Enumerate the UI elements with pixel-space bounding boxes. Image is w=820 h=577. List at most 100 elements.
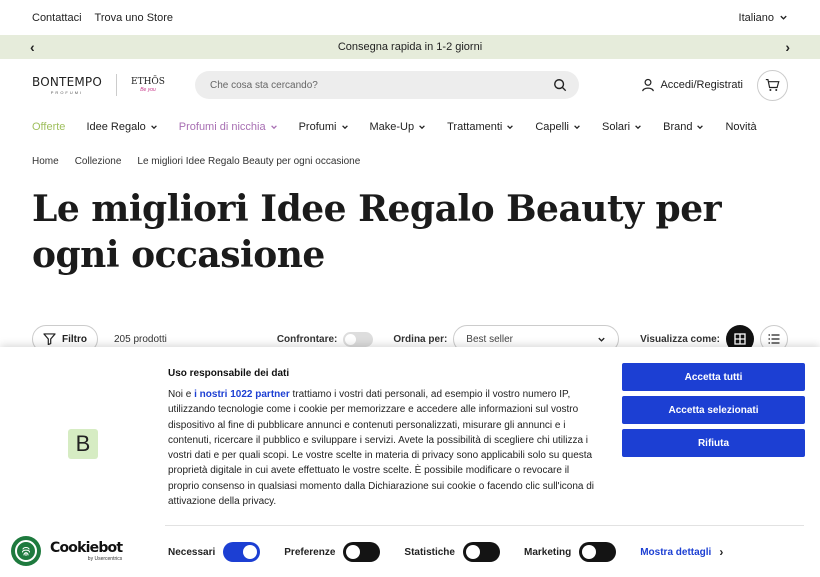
grid-icon <box>734 333 746 345</box>
chevron-down-icon <box>419 125 425 130</box>
breadcrumb: Home Collezione Le migliori Idee Regalo … <box>0 151 820 171</box>
chevron-down-icon <box>697 125 704 130</box>
sort-label: Ordina per: <box>393 333 448 345</box>
bontempo-logo: BONTEMPO PROFUMI <box>32 76 102 95</box>
site-logo[interactable]: BONTEMPO PROFUMI ETHŌS Be you <box>32 74 195 96</box>
utility-links: Contattaci Trova uno Store <box>32 12 173 24</box>
preferences-toggle[interactable] <box>343 542 381 562</box>
product-count: 205 prodotti <box>114 333 167 345</box>
consent-toggles: Necessari Preferenze Statistiche Marketi… <box>168 540 804 564</box>
chevron-down-icon <box>150 125 157 130</box>
partners-link[interactable]: i nostri 1022 partner <box>194 389 290 400</box>
chevron-down-icon <box>780 15 787 20</box>
show-details-link[interactable]: Mostra dettagli › <box>640 545 723 559</box>
compare-control: Confrontare: <box>276 331 374 347</box>
consent-label: Statistiche <box>404 546 455 558</box>
cookie-site-logo: B <box>68 429 98 459</box>
announcement-text: Consegna rapida in 1-2 giorni <box>337 41 483 53</box>
chevron-down-icon <box>341 125 348 130</box>
breadcrumb-current: Le migliori Idee Regalo Beauty per ogni … <box>137 155 361 167</box>
cookie-text-rest: trattiamo i vostri dati personali, ad es… <box>168 389 595 508</box>
nav-item-label: Profumi <box>298 121 337 133</box>
nav-item-novità[interactable]: Novità <box>725 121 756 133</box>
fingerprint-icon <box>15 540 37 562</box>
top-utility-bar: Contattaci Trova uno Store Italiano <box>0 0 820 35</box>
login-label: Accedi/Registrati <box>660 79 743 91</box>
cookiebot-logo: Cookiebot by Usercentrics <box>50 540 123 562</box>
chevron-right-icon: › <box>719 545 724 559</box>
cookiebot-name: Cookiebot <box>50 540 123 556</box>
consent-marketing: Marketing <box>523 542 617 562</box>
logo-divider <box>116 74 117 96</box>
search-bar[interactable] <box>195 71 579 99</box>
filter-icon <box>43 333 56 345</box>
cart-button[interactable] <box>757 69 788 101</box>
nav-item-label: Idee Regalo <box>86 121 146 133</box>
chevron-down-icon <box>574 125 580 130</box>
consent-label: Preferenze <box>284 546 336 558</box>
language-selector[interactable]: Italiano <box>739 12 788 24</box>
consent-label: Necessari <box>168 546 216 558</box>
show-details-label: Mostra dettagli <box>640 546 712 558</box>
nav-item-label: Make-Up <box>369 121 415 133</box>
breadcrumb-collection[interactable]: Collezione <box>75 156 122 167</box>
nav-item-brand[interactable]: Brand <box>663 121 704 133</box>
necessary-toggle[interactable] <box>223 542 261 562</box>
chevron-down-icon <box>598 337 605 342</box>
nav-item-label: Trattamenti <box>447 121 503 133</box>
reject-button[interactable]: Rifiuta <box>622 429 805 457</box>
nav-item-label: Novità <box>725 121 757 133</box>
view-label: Visualizza come: <box>640 333 720 345</box>
chevron-down-icon <box>635 125 641 130</box>
statistics-toggle[interactable] <box>462 542 500 562</box>
compare-toggle[interactable] <box>343 331 374 347</box>
announcement-bar: ‹ Consegna rapida in 1-2 giorni › <box>0 35 820 59</box>
privacy-widget-button[interactable] <box>11 536 41 566</box>
nav-item-label: Offerte <box>32 121 66 133</box>
consent-statistics: Statistiche <box>404 542 500 562</box>
cookie-title: Uso responsabile dei dati <box>168 368 290 379</box>
nav-item-label: Capelli <box>535 121 569 133</box>
search-icon[interactable] <box>553 78 567 92</box>
user-icon <box>642 78 655 92</box>
nav-item-trattamenti[interactable]: Trattamenti <box>447 121 514 133</box>
nav-item-make-up[interactable]: Make-Up <box>370 121 427 133</box>
ethos-logo: ETHŌS Be you <box>131 76 165 93</box>
announcement-prev-arrow-icon[interactable]: ‹ <box>30 40 35 54</box>
list-icon <box>768 334 780 344</box>
filter-label: Filtro <box>62 333 87 345</box>
nav-item-profumi-di-nicchia[interactable]: Profumi di nicchia <box>179 121 278 133</box>
accept-all-button[interactable]: Accetta tutti <box>622 363 805 391</box>
marketing-toggle[interactable] <box>579 542 617 562</box>
site-header: BONTEMPO PROFUMI ETHŌS Be you Accedi/Reg… <box>0 59 820 111</box>
language-label: Italiano <box>738 11 774 24</box>
cart-icon <box>765 79 780 91</box>
cookie-description: Noi e i nostri 1022 partner trattiamo i … <box>168 387 596 509</box>
logo-main-text: BONTEMPO <box>32 74 102 89</box>
login-link[interactable]: Accedi/Registrati <box>641 78 743 92</box>
accept-selected-button[interactable]: Accetta selezionati <box>622 396 805 424</box>
compare-label: Confrontare: <box>276 333 338 345</box>
announcement-next-arrow-icon[interactable]: › <box>785 40 790 54</box>
nav-item-solari[interactable]: Solari <box>602 121 642 133</box>
store-locator-link[interactable]: Trova uno Store <box>95 12 173 24</box>
contact-link[interactable]: Contattaci <box>32 12 82 24</box>
nav-item-label: Solari <box>602 121 631 133</box>
cookie-consent-banner: B Uso responsabile dei dati Noi e i nost… <box>0 347 820 577</box>
nav-item-idee-regalo[interactable]: Idee Regalo <box>86 121 157 133</box>
sort-value: Best seller <box>466 333 513 345</box>
consent-label: Marketing <box>523 546 572 558</box>
logo-second-text: ETHŌS <box>131 76 165 87</box>
search-input[interactable] <box>210 79 553 91</box>
main-navigation: Offerte Idee Regalo Profumi di nicchia Prof… <box>0 111 820 143</box>
consent-necessary: Necessari <box>168 542 261 562</box>
page-title: Le migliori Idee Regalo Beauty per ogni … <box>32 188 722 276</box>
cookie-action-buttons: Accetta tutti Accetta selezionati Rifiut… <box>622 363 805 457</box>
nav-item-profumi[interactable]: Profumi <box>299 121 349 133</box>
nav-item-capelli[interactable]: Capelli <box>535 121 581 133</box>
breadcrumb-home[interactable]: Home <box>32 156 59 167</box>
chevron-down-icon <box>507 125 514 130</box>
consent-preferences: Preferenze <box>284 542 381 562</box>
nav-item-offerte[interactable]: Offerte <box>32 121 65 133</box>
cookie-text-start: Noi e <box>168 389 195 400</box>
